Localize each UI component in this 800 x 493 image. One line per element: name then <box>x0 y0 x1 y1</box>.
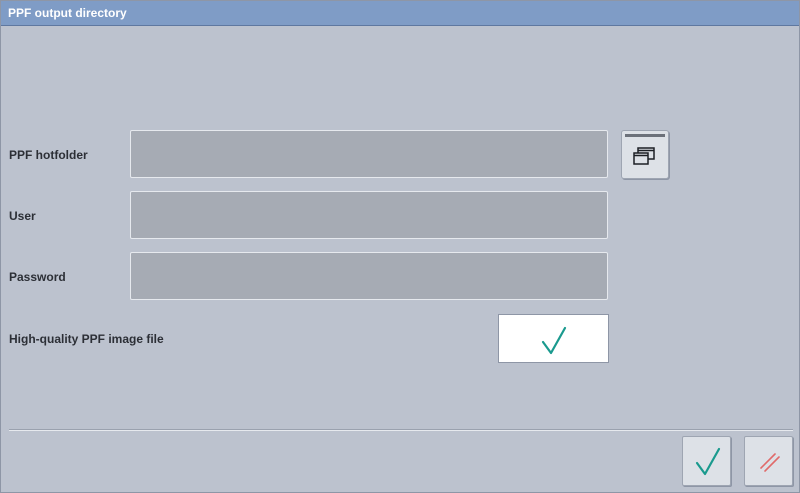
hotfolder-input[interactable] <box>130 130 608 178</box>
dialog-window: PPF output directory PPF hotfolder User … <box>0 0 800 493</box>
footer-divider <box>9 429 793 431</box>
high-quality-checkbox[interactable] <box>498 314 609 363</box>
high-quality-label: High-quality PPF image file <box>9 332 164 346</box>
password-label: Password <box>9 270 66 284</box>
user-label: User <box>9 209 36 223</box>
browse-button-bar <box>625 134 665 137</box>
cancel-button[interactable] <box>744 436 793 486</box>
confirm-checkmark-icon <box>695 447 721 476</box>
cancel-hatch-icon <box>760 453 780 472</box>
password-input[interactable] <box>130 252 608 300</box>
checkmark-icon <box>541 326 567 355</box>
browse-button[interactable] <box>621 130 669 179</box>
user-input[interactable] <box>130 191 608 239</box>
browse-folder-icon <box>633 147 655 165</box>
confirm-button[interactable] <box>682 436 731 486</box>
dialog-title: PPF output directory <box>1 1 799 26</box>
hotfolder-label: PPF hotfolder <box>9 148 88 162</box>
